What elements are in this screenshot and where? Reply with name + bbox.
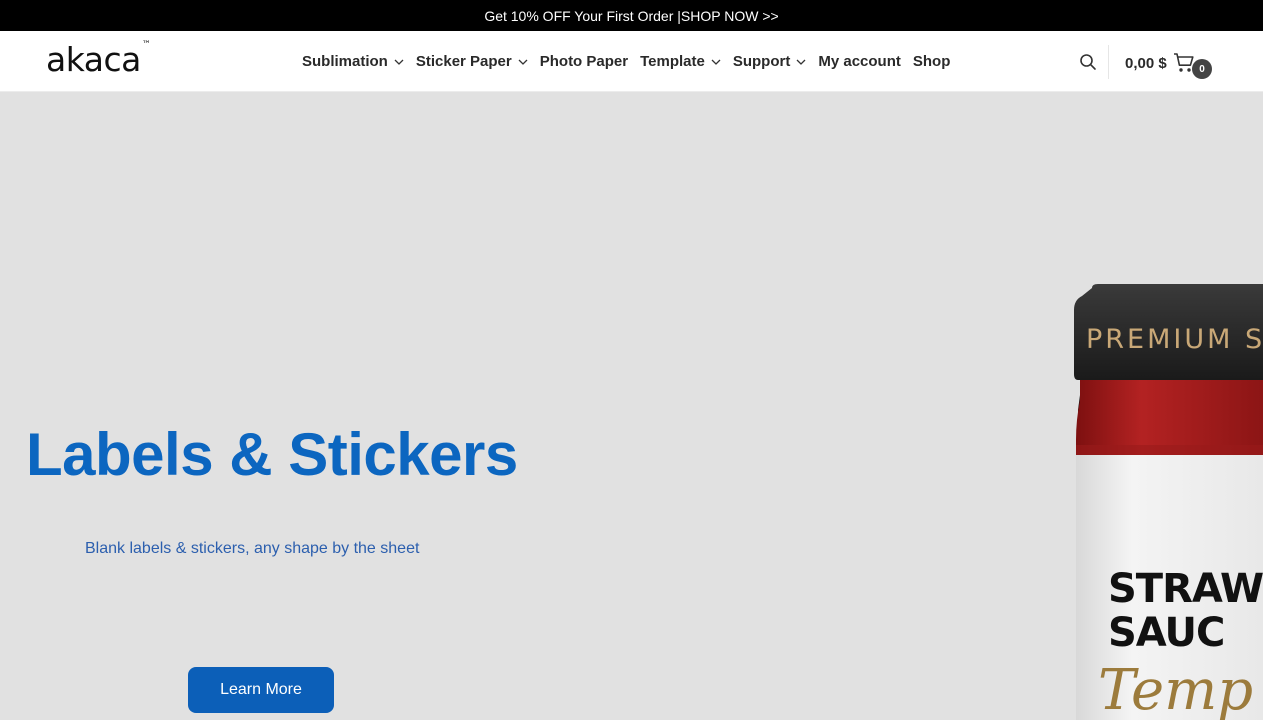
promo-shop-link[interactable]: SHOP NOW >> — [681, 8, 779, 24]
nav-label[interactable]: Photo Paper — [540, 53, 628, 70]
hero-subtitle: Blank labels & stickers, any shape by th… — [85, 540, 420, 557]
nav-item-photo-paper[interactable]: Photo Paper — [540, 53, 628, 70]
nav-label[interactable]: Template — [640, 53, 705, 70]
product-jar-image: PREMIUM S STRAW SAUC Temp — [1068, 280, 1263, 720]
chevron-down-icon[interactable] — [394, 59, 404, 65]
nav-label[interactable]: Support — [733, 53, 791, 70]
chevron-down-icon[interactable] — [518, 59, 528, 65]
jar-label-line-2: SAUC — [1108, 610, 1225, 656]
search-icon[interactable] — [1079, 53, 1097, 71]
jar-cap-text: PREMIUM S — [1086, 324, 1263, 355]
nav-label[interactable]: Sticker Paper — [416, 53, 512, 70]
header-divider — [1108, 45, 1109, 79]
promo-bar: Get 10% OFF Your First Order | SHOP NOW … — [0, 0, 1263, 31]
nav-label[interactable]: My account — [818, 53, 901, 70]
nav-item-shop[interactable]: Shop — [913, 53, 951, 70]
cart-total[interactable]: 0,00 $ — [1125, 55, 1167, 72]
chevron-down-icon[interactable] — [711, 59, 721, 65]
cart-count-badge: 0 — [1192, 59, 1212, 79]
hero-title: Labels & Stickers — [26, 421, 518, 488]
main-nav: Sublimation Sticker Paper Photo Paper Te… — [302, 53, 962, 70]
site-logo[interactable]: akaca™ — [46, 40, 151, 79]
nav-item-support[interactable]: Support — [733, 53, 807, 70]
promo-text: Get 10% OFF Your First Order | — [484, 7, 681, 24]
cart-button[interactable]: 0,00 $ — [1125, 52, 1195, 74]
logo-trademark: ™ — [141, 40, 151, 50]
nav-item-sticker-paper[interactable]: Sticker Paper — [416, 53, 528, 70]
nav-label[interactable]: Shop — [913, 53, 951, 70]
jar-label-line-1: STRAW — [1108, 566, 1263, 612]
site-header: akaca™ Sublimation Sticker Paper Photo P… — [0, 31, 1263, 92]
nav-item-my-account[interactable]: My account — [818, 53, 901, 70]
nav-label[interactable]: Sublimation — [302, 53, 388, 70]
nav-item-template[interactable]: Template — [640, 53, 721, 70]
learn-more-button[interactable]: Learn More — [188, 667, 334, 713]
logo-text[interactable]: akaca — [46, 40, 141, 79]
nav-item-sublimation[interactable]: Sublimation — [302, 53, 404, 70]
chevron-down-icon[interactable] — [796, 59, 806, 65]
jar-script-text: Temp — [1098, 658, 1254, 720]
